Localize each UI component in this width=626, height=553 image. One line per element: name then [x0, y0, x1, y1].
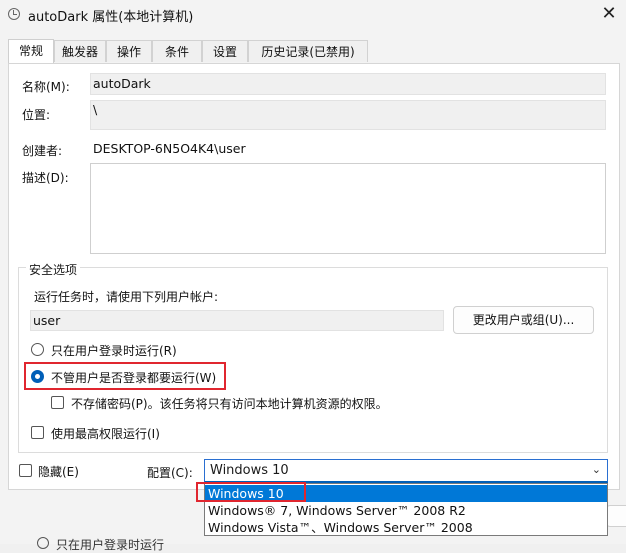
- tab-history[interactable]: 历史记录(已禁用): [248, 40, 368, 62]
- config-combobox-value: Windows 10: [210, 463, 289, 478]
- name-field[interactable]: autoDark: [90, 73, 606, 95]
- properties-window: autoDark 属性(本地计算机) ✕ 常规 触发器 操作 条件 设置 历史记…: [0, 0, 626, 552]
- red-highlight-box: [24, 362, 226, 390]
- user-account-field: user: [30, 310, 444, 331]
- truncated-text: 只在用户登录时运行: [56, 538, 165, 552]
- config-option-windows-7[interactable]: Windows® 7, Windows Server™ 2008 R2: [205, 502, 607, 519]
- author-label: 创建者:: [22, 144, 63, 158]
- tab-conditions[interactable]: 条件: [152, 40, 202, 62]
- tab-general[interactable]: 常规: [8, 39, 54, 64]
- tab-triggers[interactable]: 触发器: [54, 40, 106, 62]
- radio-run-when-logged-on[interactable]: [31, 343, 44, 356]
- author-value: DESKTOP-6N5O4K4\user: [93, 141, 246, 156]
- change-user-button[interactable]: 更改用户或组(U)...: [453, 306, 594, 334]
- radio-run-when-logged-on-label[interactable]: 只在用户登录时运行(R): [51, 342, 177, 359]
- footer-button-partial[interactable]: [606, 505, 626, 527]
- checkbox-no-store-password-label[interactable]: 不存储密码(P)。该任务将只有访问本地计算机资源的权限。: [71, 395, 388, 412]
- task-clock-icon: [8, 8, 20, 20]
- checkbox-hidden[interactable]: [19, 464, 32, 477]
- window-title: autoDark 属性(本地计算机): [28, 10, 194, 25]
- security-options-title: 安全选项: [26, 261, 81, 278]
- tab-settings[interactable]: 设置: [202, 40, 248, 62]
- checkbox-highest-privileges-label[interactable]: 使用最高权限运行(I): [51, 425, 160, 442]
- name-label: 名称(M):: [22, 80, 70, 94]
- title-bar: autoDark 属性(本地计算机) ✕: [0, 0, 626, 30]
- tab-actions[interactable]: 操作: [106, 40, 152, 62]
- radio-partial: [37, 537, 49, 549]
- config-combobox[interactable]: Windows 10 ⌄: [204, 459, 608, 483]
- close-button[interactable]: ✕: [596, 2, 622, 26]
- config-label: 配置(C):: [147, 466, 193, 480]
- description-textarea[interactable]: [90, 163, 606, 254]
- red-highlight-box-option: [196, 482, 306, 502]
- checkbox-no-store-password[interactable]: [51, 396, 64, 409]
- checkbox-highest-privileges[interactable]: [31, 426, 44, 439]
- chevron-down-icon: ⌄: [591, 463, 601, 476]
- config-option-windows-vista[interactable]: Windows Vista™、Windows Server™ 2008: [205, 519, 607, 536]
- description-label: 描述(D):: [22, 171, 69, 185]
- location-label: 位置:: [22, 108, 51, 122]
- run-as-prompt: 运行任务时，请使用下列用户帐户:: [34, 290, 219, 304]
- location-field: \: [90, 100, 606, 130]
- checkbox-hidden-label[interactable]: 隐藏(E): [38, 463, 79, 480]
